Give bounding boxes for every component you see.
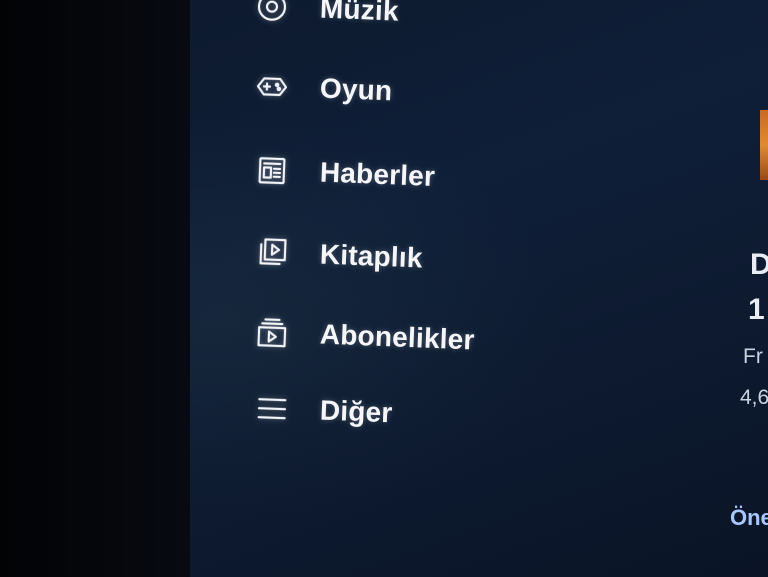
tv-bezel [0,0,190,577]
sidebar-item-gaming[interactable]: Oyun [253,64,393,113]
sidebar-item-label: Kitaplık [319,238,424,274]
subscriptions-icon [253,314,290,351]
library-icon [253,234,290,271]
sidebar-item-more[interactable]: Diğer [253,386,393,435]
music-icon [253,0,290,25]
video-title-line2: 1 [748,293,765,326]
sidebar-item-library[interactable]: Kitaplık [253,230,423,280]
newspaper-icon [253,152,290,189]
sidebar-item-label: Haberler [319,156,436,192]
channel-name: Fr [743,345,763,368]
sidebar-item-label: Müzik [319,0,400,27]
sidebar-item-subscriptions[interactable]: Abonelikler [253,310,475,362]
video-meta: 4,6 [740,386,768,409]
sidebar-item-news[interactable]: Haberler [253,148,436,199]
menu-icon [253,390,290,427]
video-thumbnail[interactable] [760,110,768,180]
sidebar-item-label: Abonelikler [319,318,476,356]
sidebar-item-label: Diğer [319,394,394,429]
sidebar-item-label: Oyun [319,72,393,107]
action-link[interactable]: Öne [730,505,768,531]
video-title-line1: D [750,248,768,281]
gamepad-icon [253,68,290,105]
sidebar-item-music[interactable]: Müzik [253,0,399,34]
